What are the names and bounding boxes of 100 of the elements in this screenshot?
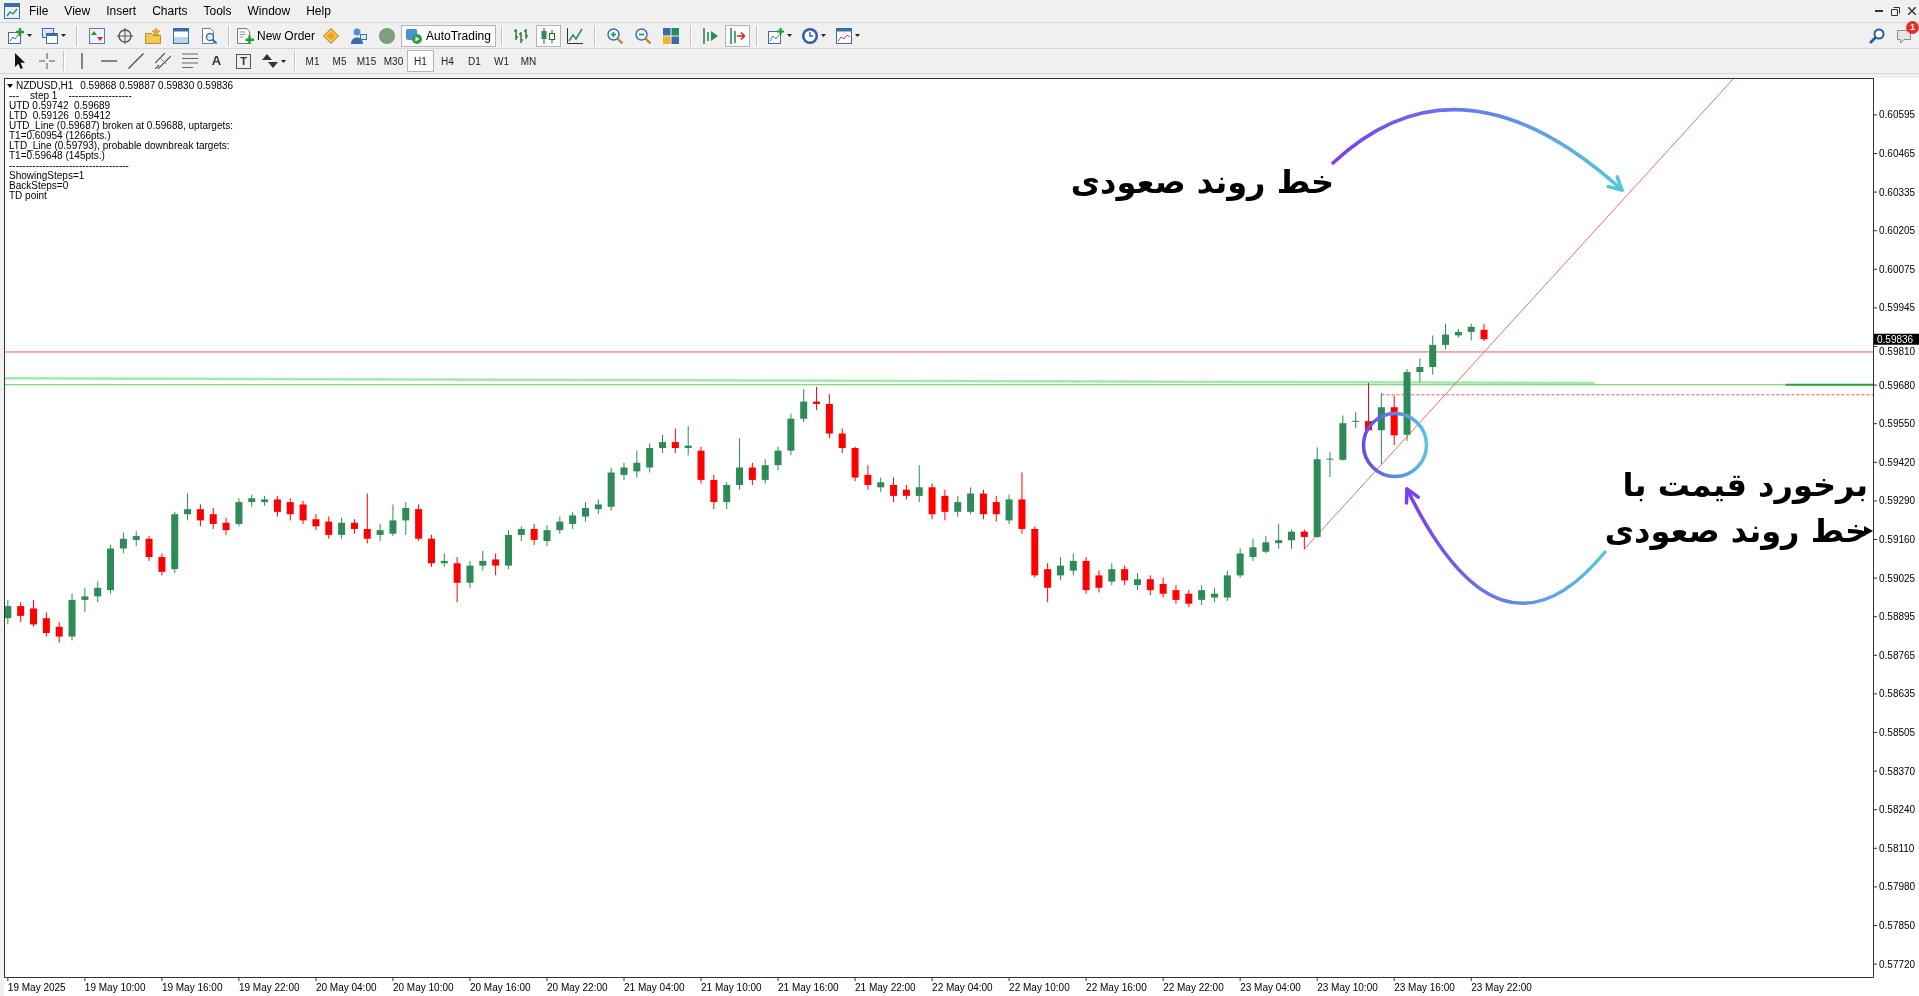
chart-type-button[interactable] [535, 24, 561, 47]
time-axis-label: 22 May 22:00 [1163, 982, 1224, 993]
menu-item[interactable]: Insert [98, 2, 145, 20]
caret-icon[interactable] [27, 34, 32, 37]
price-axis-label: 0.58895 [1879, 611, 1916, 623]
price-axis-label: 0.60075 [1879, 263, 1916, 275]
zoom-in-icon[interactable] [606, 27, 623, 44]
chart-window-logo-icon [4, 3, 20, 19]
price-axis-label: 0.58370 [1879, 765, 1916, 777]
timeframe-button[interactable]: H1 [407, 50, 434, 72]
time-axis-label: 20 May 22:00 [547, 982, 608, 993]
time-axis-label: 20 May 10:00 [392, 982, 454, 993]
price-axis-label: 0.58635 [1879, 688, 1916, 700]
timeframe-button[interactable]: M1 [299, 50, 326, 72]
time-axis-label: 23 May 10:00 [1317, 982, 1378, 993]
time-axis-label: 22 May 10:00 [1009, 982, 1070, 993]
time-axis-label: 21 May 16:00 [778, 982, 839, 993]
restore-icon[interactable] [1891, 6, 1900, 16]
menu-item[interactable]: Help [298, 2, 339, 20]
search-icon[interactable] [1869, 27, 1885, 44]
up-down-arrows-icon[interactable] [89, 27, 105, 44]
price-axis-label: 0.57980 [1879, 881, 1916, 893]
vertical-line-icon[interactable] [80, 53, 83, 69]
time-axis-label: 23 May 16:00 [1394, 982, 1455, 993]
parallel-lines-icon[interactable] [181, 53, 198, 69]
menu-item[interactable]: Window [239, 2, 299, 20]
price-axis-label: 0.60335 [1879, 186, 1916, 198]
price-axis-label: 0.59160 [1879, 534, 1916, 545]
diagonal-line-icon[interactable] [127, 53, 144, 69]
globe-icon[interactable] [379, 27, 395, 44]
time-axis-label: 20 May 04:00 [315, 982, 377, 993]
target-icon[interactable] [117, 27, 133, 44]
new-order-button[interactable]: New Order [235, 24, 317, 47]
timeframe-button[interactable]: D1 [461, 50, 488, 72]
menu-item[interactable]: View [56, 2, 99, 20]
bar-chart-icon [513, 27, 530, 44]
clock-icon[interactable] [801, 27, 818, 44]
time-axis-label: 21 May 22:00 [855, 982, 916, 993]
timeframe-button[interactable]: W1 [488, 50, 515, 72]
window-plus-icon[interactable] [767, 27, 784, 44]
time-axis-label: 21 May 04:00 [624, 982, 685, 993]
price-axis-label: 0.59680 [1879, 379, 1916, 391]
price-axis-label: 0.59025 [1879, 572, 1916, 584]
timeframe-button[interactable]: M5 [326, 50, 353, 72]
document-search-icon[interactable] [201, 27, 217, 44]
folder-star-icon[interactable] [145, 27, 161, 44]
autotrading-button[interactable]: AutoTrading [401, 24, 496, 47]
price-axis-label: 0.58240 [1879, 804, 1916, 816]
price-axis-label: 0.59290 [1879, 495, 1916, 507]
caret-icon[interactable] [281, 59, 286, 63]
up-down-triangles-icon[interactable] [262, 53, 278, 69]
caret-icon[interactable] [854, 34, 860, 37]
price-axis-label: 0.58505 [1879, 727, 1916, 738]
grid-icon[interactable] [662, 27, 679, 44]
document-plus-icon [237, 27, 254, 44]
time-axis-label: 22 May 04:00 [932, 982, 993, 993]
time-axis-label: 21 May 10:00 [701, 982, 762, 993]
caret-icon[interactable] [61, 34, 66, 37]
menu-item[interactable]: Charts [144, 2, 196, 20]
menu-item[interactable]: Tools [195, 2, 240, 20]
text-label-tool[interactable]: T [236, 53, 251, 69]
caret-icon[interactable] [786, 34, 792, 37]
shift-right-icon [702, 27, 719, 44]
time-axis-label: 22 May 16:00 [1086, 982, 1147, 993]
time-axis-label: 20 May 16:00 [469, 982, 531, 993]
price-axis-label: 0.58765 [1879, 649, 1916, 661]
timeframe-button[interactable]: M15 [353, 50, 380, 72]
chart-window-icon[interactable] [835, 27, 852, 44]
timeframe-button[interactable]: MN [515, 50, 542, 72]
price-axis-label: 0.57850 [1879, 920, 1916, 931]
channel-icon[interactable] [154, 53, 171, 69]
text-tool[interactable]: A [203, 50, 230, 72]
menu-item[interactable]: File [21, 2, 57, 20]
person-icon[interactable] [351, 27, 367, 44]
time-axis-label: 19 May 16:00 [161, 982, 223, 993]
scroll-right-icon [729, 27, 746, 44]
time-axis-label: 19 May 2025 [7, 982, 66, 993]
price-axis-label: 0.60595 [1879, 109, 1916, 121]
zoom-out-icon[interactable] [634, 27, 651, 44]
price-axis-label: 0.59550 [1879, 418, 1916, 430]
caret-icon[interactable] [820, 34, 826, 37]
chart-plus-icon[interactable] [8, 27, 24, 44]
horizontal-line-icon[interactable] [100, 60, 117, 62]
price-axis-label: 0.60465 [1879, 148, 1916, 159]
line-chart-icon [567, 27, 584, 44]
price-axis-label: 0.59420 [1879, 456, 1916, 468]
auto-scroll-button[interactable] [724, 24, 750, 47]
time-axis-label: 19 May 10:00 [84, 982, 146, 993]
time-axis-label: 23 May 22:00 [1471, 982, 1532, 993]
timeframe-button[interactable]: M30 [380, 50, 407, 72]
stacked-windows-icon[interactable] [42, 27, 58, 44]
panel-icon[interactable] [173, 27, 189, 44]
time-axis-label: 19 May 22:00 [238, 982, 300, 993]
candlestick-icon [540, 27, 557, 44]
price-axis-label: 0.57720 [1879, 958, 1916, 970]
timeframe-button[interactable]: H4 [434, 50, 461, 72]
play-icon [406, 27, 422, 44]
time-axis-label: 23 May 04:00 [1240, 982, 1301, 993]
price-axis-label: 0.60205 [1879, 225, 1916, 237]
close-icon[interactable] [1908, 7, 1916, 15]
